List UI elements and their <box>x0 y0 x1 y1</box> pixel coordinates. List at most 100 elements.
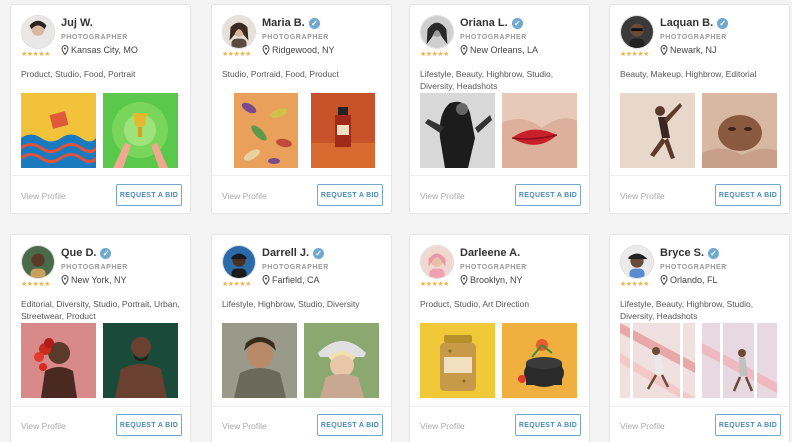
location-pin-icon <box>660 45 668 55</box>
location-text: Brooklyn, NY <box>470 275 523 285</box>
location: New Orleans, LA <box>460 45 538 55</box>
portfolio-image[interactable] <box>620 93 695 168</box>
location: Ridgewood, NY <box>262 45 335 55</box>
verified-badge-icon: ✓ <box>717 17 729 29</box>
photographer-name[interactable]: Juj W. <box>61 17 93 29</box>
portfolio-image[interactable] <box>304 323 379 398</box>
portfolio-image[interactable] <box>502 323 577 398</box>
avatar[interactable] <box>620 245 654 279</box>
specialty-tags: Lifestyle, Beauty, Highbrow, Studio, Div… <box>620 299 754 321</box>
portfolio-image[interactable] <box>234 93 298 168</box>
request-bid-button[interactable]: REQUEST A BID <box>116 184 182 206</box>
portfolio-image[interactable] <box>620 323 695 398</box>
location-pin-icon <box>460 45 468 55</box>
avatar[interactable] <box>21 245 55 279</box>
photographer-name[interactable]: Maria B. <box>262 17 305 29</box>
rating-stars: ★★★★★ <box>420 51 449 58</box>
photographer-name[interactable]: Que D. <box>61 247 96 259</box>
portfolio-image[interactable] <box>420 323 495 398</box>
divider <box>11 175 190 176</box>
avatar[interactable] <box>21 15 55 49</box>
view-profile-link[interactable]: View Profile <box>21 191 66 201</box>
photographer-card-darrell: Darrell J. ✓ PHOTOGRAPHER ★★★★★ Farfield,… <box>211 234 392 442</box>
request-bid-button[interactable]: REQUEST A BID <box>515 414 581 436</box>
avatar[interactable] <box>222 15 256 49</box>
photographer-name[interactable]: Oriana L. <box>460 17 508 29</box>
photographer-card-darleene: Darleene A. PHOTOGRAPHER ★★★★★ Brooklyn,… <box>409 234 590 442</box>
portfolio-image[interactable] <box>21 93 96 168</box>
rating-stars: ★★★★★ <box>21 281 50 288</box>
avatar[interactable] <box>222 245 256 279</box>
request-bid-button[interactable]: REQUEST A BID <box>317 184 383 206</box>
role-label: PHOTOGRAPHER <box>660 264 727 271</box>
specialty-tags: Editorial, Diversity, Studio, Portrait, … <box>21 299 180 321</box>
location-text: Newark, NJ <box>670 45 717 55</box>
location-text: New Orleans, LA <box>470 45 539 55</box>
location-text: Kansas City, MO <box>71 45 138 55</box>
location-pin-icon <box>460 275 468 285</box>
photographer-name[interactable]: Laquan B. <box>660 17 713 29</box>
specialty-tags: Product, Studio, Food, Portrait <box>21 69 136 79</box>
request-bid-button[interactable]: REQUEST A BID <box>317 414 383 436</box>
role-label: PHOTOGRAPHER <box>61 34 128 41</box>
location-text: Farfield, CA <box>272 275 320 285</box>
location-pin-icon <box>262 45 270 55</box>
view-profile-link[interactable]: View Profile <box>420 191 465 201</box>
photographer-name[interactable]: Bryce S. <box>660 247 704 259</box>
divider <box>212 406 391 407</box>
portfolio-image[interactable] <box>420 93 495 168</box>
avatar[interactable] <box>420 15 454 49</box>
rating-stars: ★★★★★ <box>420 281 449 288</box>
avatar[interactable] <box>620 15 654 49</box>
location-text: Ridgewood, NY <box>272 45 335 55</box>
location-text: Orlando, FL <box>670 275 718 285</box>
request-bid-button[interactable]: REQUEST A BID <box>715 184 781 206</box>
rating-stars: ★★★★★ <box>620 281 649 288</box>
portfolio-image[interactable] <box>702 93 777 168</box>
view-profile-link[interactable]: View Profile <box>620 191 665 201</box>
verified-badge-icon: ✓ <box>308 17 320 29</box>
divider <box>410 175 589 176</box>
request-bid-button[interactable]: REQUEST A BID <box>116 414 182 436</box>
portfolio-image[interactable] <box>21 323 96 398</box>
portfolio-image[interactable] <box>502 93 577 168</box>
photographer-name[interactable]: Darleene A. <box>460 247 520 259</box>
role-label: PHOTOGRAPHER <box>460 34 527 41</box>
role-label: PHOTOGRAPHER <box>460 264 527 271</box>
verified-badge-icon: ✓ <box>708 247 720 259</box>
view-profile-link[interactable]: View Profile <box>620 421 665 431</box>
specialty-tags: Beauty, Makeup, Highbrow, Editorial <box>620 69 757 79</box>
divider <box>212 175 391 176</box>
request-bid-button[interactable]: REQUEST A BID <box>515 184 581 206</box>
location-pin-icon <box>61 275 69 285</box>
view-profile-link[interactable]: View Profile <box>21 421 66 431</box>
view-profile-link[interactable]: View Profile <box>420 421 465 431</box>
photographer-card-bryce: Bryce S. ✓ PHOTOGRAPHER ★★★★★ Orlando, FL… <box>609 234 790 442</box>
rating-stars: ★★★★★ <box>620 51 649 58</box>
verified-badge-icon: ✓ <box>313 247 325 259</box>
portfolio-image[interactable] <box>103 93 178 168</box>
location: Farfield, CA <box>262 275 320 285</box>
role-label: PHOTOGRAPHER <box>61 264 128 271</box>
location: New York, NY <box>61 275 127 285</box>
avatar[interactable] <box>420 245 454 279</box>
photographer-name[interactable]: Darrell J. <box>262 247 309 259</box>
specialty-tags: Lifestyle, Beauty, Highbrow, Studio, Div… <box>420 69 554 91</box>
portfolio-image[interactable] <box>222 323 297 398</box>
view-profile-link[interactable]: View Profile <box>222 191 267 201</box>
portfolio-image[interactable] <box>103 323 178 398</box>
location-text: New York, NY <box>71 275 127 285</box>
divider <box>610 175 789 176</box>
view-profile-link[interactable]: View Profile <box>222 421 267 431</box>
rating-stars: ★★★★★ <box>21 51 50 58</box>
location-pin-icon <box>61 45 69 55</box>
portfolio-image[interactable] <box>311 93 375 168</box>
rating-stars: ★★★★★ <box>222 51 251 58</box>
request-bid-button[interactable]: REQUEST A BID <box>715 414 781 436</box>
role-label: PHOTOGRAPHER <box>660 34 727 41</box>
portfolio-image[interactable] <box>702 323 777 398</box>
role-label: PHOTOGRAPHER <box>262 34 329 41</box>
photographer-card-laquan: Laquan B. ✓ PHOTOGRAPHER ★★★★★ Newark, NJ… <box>609 4 790 214</box>
divider <box>11 406 190 407</box>
specialty-tags: Product, Studio, Art Direction <box>420 299 530 309</box>
